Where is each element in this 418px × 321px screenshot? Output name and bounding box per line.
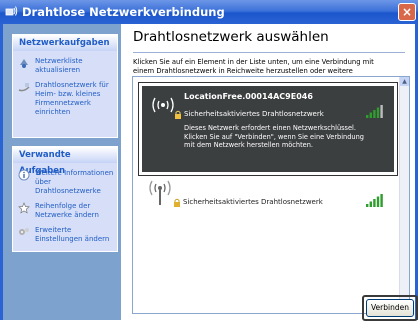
star-icon	[18, 202, 30, 214]
signal-bar	[380, 105, 383, 118]
scroll-up-button[interactable]: ▲	[400, 77, 409, 86]
page-heading: Drahtlosnetzwerk auswählen	[133, 29, 329, 45]
sidebar: Netzwerkaufgaben Netzwerkliste aktualisi…	[3, 24, 121, 320]
signal-bar	[369, 201, 372, 207]
instructions-text: Klicken Sie auf ein Element in der Liste…	[133, 58, 374, 75]
more-info-link[interactable]: Weitere Informationen über Drahtlosnetzw…	[13, 169, 117, 196]
network-tasks-header[interactable]: Netzwerkaufgaben	[13, 35, 117, 51]
signal-strength-icon	[366, 194, 383, 207]
related-tasks-panel: Verwandte Aufgaben Weitere Informationen…	[12, 146, 118, 252]
wireless-antenna-icon	[149, 180, 171, 205]
network-description: Dieses Netzwerk erfordert einen Netzwerk…	[184, 124, 364, 149]
title-bar[interactable]: Drahtlose Netzwerkverbindung ×	[0, 0, 418, 24]
close-icon: ×	[401, 5, 413, 19]
wireless-network-icon	[5, 6, 18, 16]
more-info-label: Weitere Informationen über Drahtlosnetzw…	[35, 169, 114, 195]
network-tasks-panel: Netzwerkaufgaben Netzwerkliste aktualisi…	[12, 34, 118, 138]
window-title: Drahtlose Netzwerkverbindung	[22, 5, 225, 19]
setup-network-link[interactable]: Drahtlosnetzwerk für Heim- bzw. kleines …	[13, 81, 117, 117]
signal-bar	[366, 115, 369, 118]
signal-bar	[366, 204, 369, 207]
change-network-order-link[interactable]: Reihenfolge der Netzwerke ändern	[13, 202, 117, 220]
heading-divider	[133, 52, 405, 53]
signal-bar	[369, 112, 372, 118]
main-content: Drahtlosnetzwerk auswählen Klicken Sie a…	[121, 24, 418, 321]
signal-bar	[380, 194, 383, 207]
lock-icon	[175, 110, 181, 119]
setup-network-icon	[18, 83, 30, 92]
network-name: LocationFree.00014AC9E046	[184, 92, 313, 101]
network-list[interactable]: LocationFree.00014AC9E046 Sicherheitsakt…	[132, 76, 410, 314]
wireless-antenna-icon	[152, 97, 174, 113]
network-security-label: Sicherheitsaktiviertes Drahtlosnetzwerk	[183, 198, 323, 206]
refresh-network-list-label: Netzwerkliste aktualisieren	[35, 57, 83, 74]
network-item-selected[interactable]: LocationFree.00014AC9E046 Sicherheitsakt…	[138, 82, 398, 176]
signal-strength-icon	[366, 105, 383, 118]
lock-icon	[174, 198, 180, 207]
signal-bar	[373, 110, 376, 118]
signal-bar	[373, 199, 376, 207]
refresh-icon	[20, 59, 28, 68]
related-tasks-header[interactable]: Verwandte Aufgaben	[13, 147, 117, 176]
info-icon	[18, 169, 30, 181]
network-security-label: Sicherheitsaktiviertes Drahtlosnetzwerk	[184, 110, 324, 118]
close-button[interactable]: ×	[398, 3, 416, 21]
chevron-up-icon: ▲	[402, 78, 407, 85]
advanced-settings-label: Erweiterte Einstellungen ändern	[35, 226, 110, 243]
advanced-settings-link[interactable]: Erweiterte Einstellungen ändern	[13, 226, 117, 244]
change-network-order-label: Reihenfolge der Netzwerke ändern	[35, 202, 99, 219]
network-list-scrollbar[interactable]: ▲ ▼	[399, 77, 409, 313]
connect-button[interactable]: Verbinden	[366, 299, 414, 317]
signal-bar	[376, 196, 380, 207]
signal-bar	[376, 107, 380, 118]
settings-icon	[19, 228, 29, 235]
network-item[interactable]: Sicherheitsaktiviertes Drahtlosnetzwerk	[139, 173, 391, 219]
refresh-network-list-link[interactable]: Netzwerkliste aktualisieren	[13, 57, 117, 75]
setup-network-label: Drahtlosnetzwerk für Heim- bzw. kleines …	[35, 81, 109, 116]
